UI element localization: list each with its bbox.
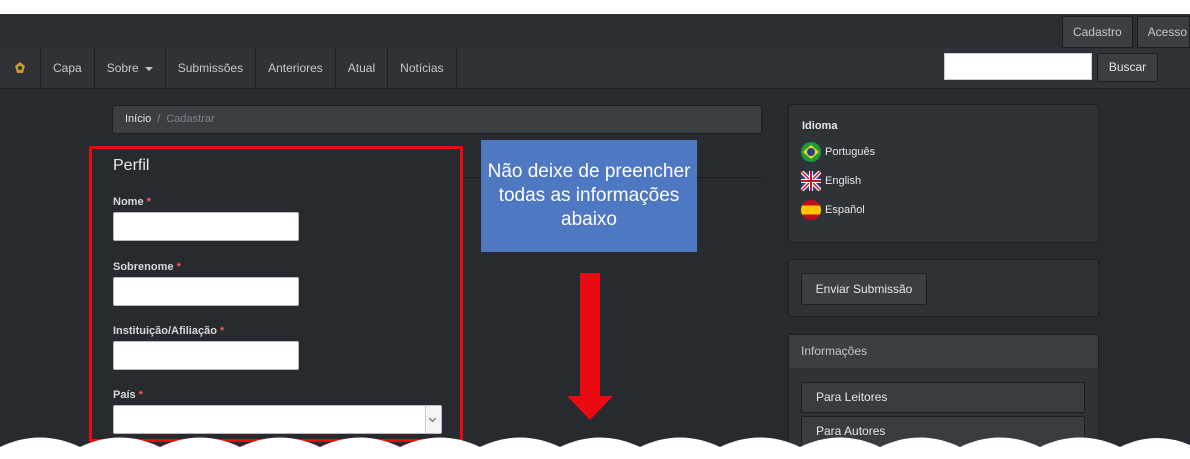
- down-arrow-icon: [580, 273, 600, 397]
- language-espanol[interactable]: Español: [801, 200, 865, 220]
- nav-item-atual[interactable]: Atual: [336, 48, 389, 88]
- nav-item-sobre[interactable]: Sobre: [95, 48, 166, 88]
- journal-logo-icon[interactable]: [0, 48, 41, 88]
- page: Cadastro Acesso Capa Sobre Submissões An…: [0, 0, 1190, 459]
- nav-item-capa[interactable]: Capa: [41, 48, 95, 88]
- breadcrumb-home[interactable]: Início: [125, 113, 151, 125]
- nav-item-sobre-label: Sobre: [106, 61, 139, 75]
- navbar: Capa Sobre Submissões Anteriores Atual N…: [0, 48, 1190, 89]
- down-arrow-head: [567, 396, 613, 420]
- language-label: English: [825, 175, 862, 187]
- nav-item-noticias[interactable]: Notícias: [388, 48, 457, 88]
- submit-manuscript-button[interactable]: Enviar Submissão: [801, 273, 927, 305]
- nav-item-submissoes[interactable]: Submissões: [166, 48, 257, 88]
- spain-flag-icon: [801, 200, 821, 220]
- uk-flag-icon: [799, 169, 823, 193]
- chevron-down-icon: [144, 66, 153, 71]
- nav-item-anteriores[interactable]: Anteriores: [256, 48, 336, 88]
- info-link-authors[interactable]: Para Autores: [801, 416, 1085, 447]
- breadcrumb: Início / Cadastrar: [112, 105, 762, 134]
- brazil-flag-icon: [801, 142, 821, 162]
- instruction-callout: Não deixe de preencher todas as informaç…: [481, 140, 697, 252]
- breadcrumb-separator: /: [157, 113, 161, 125]
- highlight-box: [89, 146, 463, 442]
- language-portugues[interactable]: Português: [801, 142, 875, 162]
- language-english[interactable]: English: [799, 169, 862, 193]
- register-button[interactable]: Cadastro: [1061, 16, 1133, 48]
- language-title: Idioma: [802, 120, 838, 132]
- user-bar: Cadastro Acesso: [0, 14, 1190, 48]
- language-label: Español: [825, 204, 865, 216]
- login-button[interactable]: Acesso: [1136, 16, 1190, 48]
- search-input[interactable]: [944, 53, 1092, 80]
- info-title: Informações: [789, 335, 1098, 368]
- search-button[interactable]: Buscar: [1097, 53, 1158, 82]
- breadcrumb-current: Cadastrar: [166, 113, 215, 125]
- info-link-readers[interactable]: Para Leitores: [801, 382, 1085, 413]
- top-strip: [0, 0, 1190, 14]
- language-label: Português: [825, 146, 876, 158]
